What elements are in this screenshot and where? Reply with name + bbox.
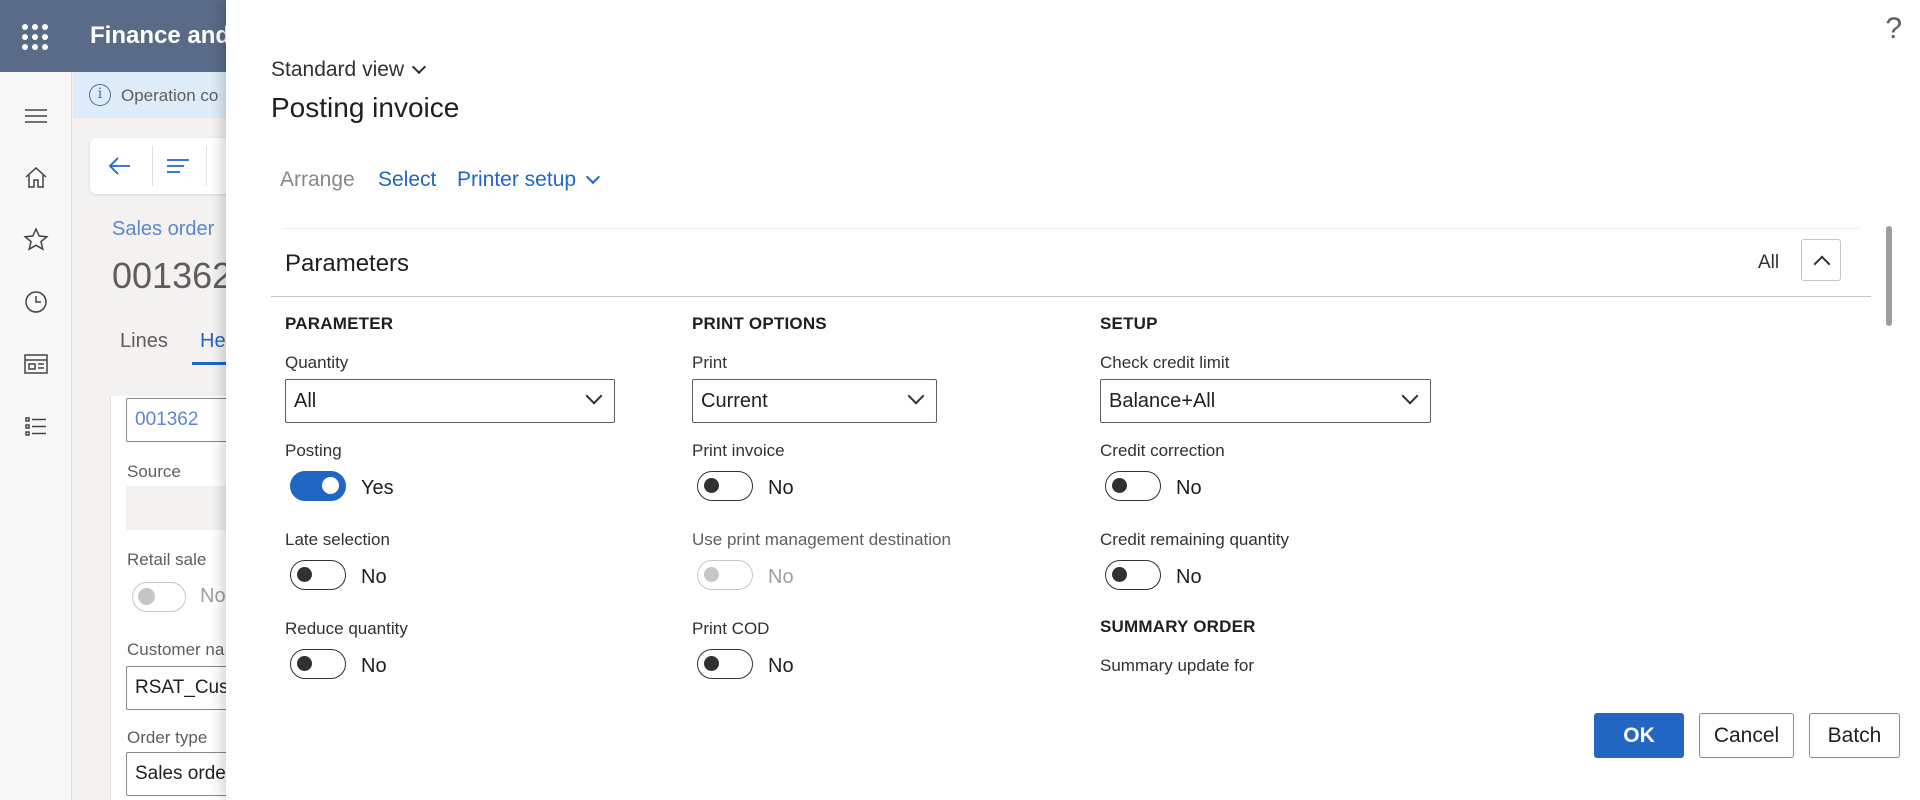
quantity-value: All xyxy=(294,390,317,412)
chevron-down-icon xyxy=(907,387,925,405)
reduce-quantity-label: Reduce quantity xyxy=(285,619,408,638)
late-selection-value: No xyxy=(361,566,387,588)
print-cod-value: No xyxy=(768,655,794,677)
divider xyxy=(284,228,1859,229)
chevron-down-icon xyxy=(1401,387,1419,405)
left-nav xyxy=(0,72,72,800)
menu-lines-icon[interactable] xyxy=(164,152,192,180)
arrange-button[interactable]: Arrange xyxy=(280,168,355,192)
dialog-title: Posting invoice xyxy=(271,92,460,123)
app-title: Finance and xyxy=(90,22,231,49)
collapse-button[interactable] xyxy=(1801,239,1841,281)
use-print-management-toggle[interactable] xyxy=(697,560,753,590)
check-credit-limit-label: Check credit limit xyxy=(1100,353,1230,372)
home-icon[interactable] xyxy=(22,164,50,192)
divider xyxy=(152,146,153,186)
summary-update-for-label: Summary update for xyxy=(1100,656,1255,675)
credit-correction-value: No xyxy=(1176,477,1202,499)
reduce-quantity-toggle[interactable] xyxy=(290,649,346,679)
reduce-quantity-value: No xyxy=(361,655,387,677)
section-title[interactable]: Parameters xyxy=(285,250,409,278)
view-selector[interactable]: Standard view xyxy=(271,58,427,82)
print-cod-toggle[interactable] xyxy=(697,649,753,679)
tab-lines[interactable]: Lines xyxy=(120,330,168,353)
cancel-button[interactable]: Cancel xyxy=(1699,713,1794,758)
credit-correction-label: Credit correction xyxy=(1100,441,1225,460)
star-icon[interactable] xyxy=(22,226,50,254)
customer-name-label: Customer na xyxy=(127,640,225,659)
section-filter: All xyxy=(1758,252,1780,273)
print-cod-label: Print COD xyxy=(692,619,770,638)
setup-heading: SETUP xyxy=(1100,314,1158,333)
print-label: Print xyxy=(692,353,727,372)
chevron-down-icon xyxy=(585,387,603,405)
chevron-down-icon xyxy=(412,59,427,75)
credit-correction-toggle[interactable] xyxy=(1105,471,1161,501)
divider xyxy=(271,296,1871,297)
printer-setup-button[interactable]: Printer setup xyxy=(457,168,601,192)
page-title: 001362 xyxy=(112,255,233,296)
retail-sale-toggle[interactable] xyxy=(132,582,186,612)
info-bar-text: Operation co xyxy=(121,86,219,105)
check-credit-limit-value: Balance+All xyxy=(1109,390,1216,412)
posting-label: Posting xyxy=(285,441,342,460)
ok-button[interactable]: OK xyxy=(1594,713,1684,758)
view-selector-label: Standard view xyxy=(271,58,405,81)
quantity-label: Quantity xyxy=(285,353,349,372)
printer-setup-label: Printer setup xyxy=(457,168,577,191)
back-arrow-icon[interactable] xyxy=(106,152,134,180)
late-selection-label: Late selection xyxy=(285,530,390,549)
app-launcher-icon[interactable] xyxy=(22,24,48,50)
retail-sale-label: Retail sale xyxy=(127,550,207,569)
parameter-heading: PARAMETER xyxy=(285,314,394,333)
divider xyxy=(206,146,207,186)
breadcrumb[interactable]: Sales order xyxy=(112,218,214,241)
order-type-label: Order type xyxy=(127,728,208,747)
clock-icon[interactable] xyxy=(22,288,50,316)
print-invoice-value: No xyxy=(768,477,794,499)
modules-list-icon[interactable] xyxy=(22,412,50,440)
retail-sale-value: No xyxy=(200,585,226,607)
posting-value: Yes xyxy=(361,477,394,499)
print-dropdown[interactable]: Current xyxy=(692,379,937,423)
workspace-icon[interactable] xyxy=(22,350,50,378)
use-print-management-label: Use print management destination xyxy=(692,530,951,549)
credit-remaining-quantity-label: Credit remaining quantity xyxy=(1100,530,1289,549)
summary-order-heading: SUMMARY ORDER xyxy=(1100,617,1256,636)
posting-invoice-dialog: ? Standard view Posting invoice Arrange … xyxy=(226,0,1920,800)
select-button[interactable]: Select xyxy=(378,168,436,192)
quantity-dropdown[interactable]: All xyxy=(285,379,615,423)
use-print-management-value: No xyxy=(768,566,794,588)
late-selection-toggle[interactable] xyxy=(290,560,346,590)
print-value: Current xyxy=(701,390,768,412)
scrollbar[interactable] xyxy=(1886,226,1892,326)
chevron-down-icon xyxy=(585,169,601,185)
batch-button[interactable]: Batch xyxy=(1809,713,1900,758)
help-icon[interactable]: ? xyxy=(1885,12,1902,46)
credit-remaining-quantity-value: No xyxy=(1176,566,1202,588)
hamburger-icon[interactable] xyxy=(22,102,50,130)
source-label: Source xyxy=(127,462,181,481)
print-invoice-toggle[interactable] xyxy=(697,471,753,501)
check-credit-limit-dropdown[interactable]: Balance+All xyxy=(1100,379,1431,423)
credit-remaining-quantity-toggle[interactable] xyxy=(1105,560,1161,590)
posting-toggle[interactable] xyxy=(290,471,346,501)
print-options-heading: PRINT OPTIONS xyxy=(692,314,827,333)
print-invoice-label: Print invoice xyxy=(692,441,785,460)
info-icon: i xyxy=(89,84,111,106)
tab-header[interactable]: He xyxy=(200,330,226,353)
